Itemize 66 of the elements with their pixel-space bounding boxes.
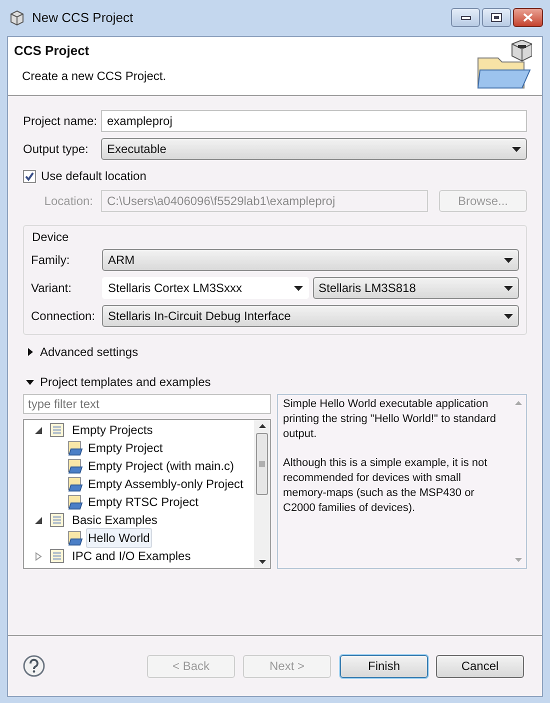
tree-item[interactable]: Empty Project — [86, 438, 165, 458]
list-icon — [49, 422, 65, 438]
grip-icon — [259, 461, 265, 467]
maximize-button[interactable] — [482, 8, 511, 27]
page-title: CCS Project — [14, 42, 90, 60]
cube-icon — [9, 10, 25, 26]
connection-dropdown[interactable]: Stellaris In-Circuit Debug Interface — [102, 305, 519, 327]
variant-label: Variant: — [31, 280, 72, 297]
checkmark-icon — [25, 172, 34, 180]
tree-item[interactable]: Empty Project (with main.c) — [86, 456, 236, 476]
filter-field[interactable]: type filter text — [23, 394, 271, 414]
project-name-label: Project name: — [23, 113, 98, 130]
tree-item[interactable]: IPC and I/O Examples — [72, 547, 191, 565]
checkbox[interactable] — [23, 170, 36, 182]
project-name-field[interactable]: exampleproj — [101, 110, 527, 132]
scrollbar[interactable] — [254, 420, 270, 568]
expanded-triangle-icon[interactable] — [34, 426, 42, 434]
list-icon — [49, 548, 65, 564]
tree-item[interactable]: Empty RTSC Project — [86, 492, 200, 512]
device-group-title: Device — [31, 229, 70, 246]
family-dropdown[interactable]: ARM — [102, 249, 519, 271]
family-label: Family: — [31, 252, 71, 269]
scroll-down-icon — [258, 560, 266, 564]
output-type-label: Output type: — [23, 141, 90, 158]
folder-icon — [67, 476, 83, 492]
variant-part-dropdown[interactable]: Stellaris LM3S818 — [312, 277, 519, 299]
dialog-button[interactable]: Finish — [340, 654, 428, 678]
scroll-down-icon — [514, 558, 522, 562]
dropdown-arrow-icon — [504, 314, 513, 318]
tree-item[interactable]: Hello World — [86, 528, 152, 548]
list-icon — [49, 512, 65, 528]
restore-icon — [491, 13, 502, 22]
dropdown-arrow-icon — [512, 146, 521, 152]
dropdown-arrow-icon — [504, 258, 513, 262]
output-type-dropdown[interactable]: Executable — [101, 138, 527, 160]
scroll-up-icon — [258, 424, 266, 428]
section-toggle[interactable]: Project templates and examples — [40, 373, 211, 391]
dropdown-arrow-icon — [294, 286, 302, 290]
tree-item[interactable]: Empty Assembly-only Project — [86, 474, 246, 494]
connection-label: Connection: — [31, 308, 96, 325]
section-toggle[interactable]: Advanced settings — [40, 343, 138, 361]
minimize-button[interactable] — [451, 8, 480, 27]
expanded-triangle-icon[interactable] — [34, 516, 42, 524]
folder-icon — [67, 458, 83, 474]
close-button[interactable] — [513, 8, 543, 27]
window-title: New CCS Project — [32, 9, 134, 28]
folder-icon — [67, 530, 83, 546]
dropdown-arrow-icon — [504, 286, 513, 290]
folder-icon — [67, 494, 83, 510]
dialog-button[interactable]: Cancel — [436, 654, 524, 678]
minimize-icon — [460, 16, 470, 20]
collapsed-triangle-icon[interactable] — [26, 348, 34, 356]
description-text: Although this is a simple example, it is not recommended for devices with small memory-maps (such as the MSP430 or C2000 families of devices). — [283, 456, 488, 516]
close-icon — [523, 13, 533, 22]
tree-item[interactable]: Basic Examples — [72, 511, 158, 529]
description-text: Simple Hello World executable application printing the string "Hello World!" to standard output. — [283, 397, 498, 442]
scroll-up-icon — [514, 401, 522, 405]
help-icon[interactable] — [23, 655, 45, 677]
variant-dropdown[interactable]: Stellaris Cortex LM3Sxxx — [102, 277, 308, 299]
scrollbar-thumb[interactable] — [256, 433, 268, 495]
folder-icon — [67, 440, 83, 456]
use-default-location-label: Use default location — [41, 168, 146, 185]
expanded-triangle-icon[interactable] — [26, 378, 34, 386]
location-label: Location: — [43, 193, 94, 210]
tree-item[interactable]: Empty Projects — [72, 421, 153, 439]
page-subtitle: Create a new CCS Project. — [21, 68, 166, 84]
